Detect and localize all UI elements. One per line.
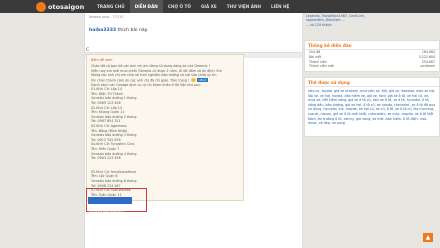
scroll-to-top-button[interactable]: ▲ <box>423 233 433 242</box>
arrow-up-icon: ▲ <box>425 234 431 241</box>
selected-text[interactable]: Genesis bảo dưỡng 5 tháng <box>88 197 132 232</box>
stat-row: Thành viên mới ocvibanh <box>309 64 435 69</box>
nav-gallery[interactable]: THƯ VIỆN ẢNH <box>222 0 266 13</box>
post-initial: C <box>86 48 90 53</box>
mod-tag: Mod <box>197 77 208 83</box>
logo-icon <box>36 2 46 12</box>
main-nav: TRANG CHỦ DIỄN ĐÀN CHỢ Ô TÔ GIÁ XE THƯ V… <box>92 0 294 13</box>
tag-cloud[interactable]: otto oc, toyota, giá xe otobam, mua bán … <box>305 87 439 128</box>
forum-stats-title: Thống kê diễn đàn <box>305 41 439 50</box>
online-users: Legenda, TrongNhan1987, CanhLinh, rapper… <box>304 14 440 27</box>
nav-home[interactable]: TRANG CHỦ <box>92 0 130 13</box>
logo-text: otosaigon <box>48 3 85 11</box>
sidebar: Legenda, TrongNhan1987, CanhLinh, rapper… <box>304 13 440 248</box>
thanks-line: haiba3333 thích bài này. <box>89 28 148 33</box>
online-users-line: ... và 129 khách <box>306 22 332 27</box>
top-navbar: otosaigon TRANG CHỦ DIỄN ĐÀN CHỢ Ô TÔ GI… <box>0 0 440 13</box>
forum-stats-widget: Thống kê diễn đàn Chủ đề 164.964 Bài viế… <box>304 40 440 72</box>
site-logo[interactable]: otosaigon <box>36 2 84 12</box>
quote-block: Bấm để xem Chào tất cả bạn bè các anh ch… <box>86 54 244 202</box>
tags-title: Thẻ được sử dụng <box>305 78 439 87</box>
tags-widget: Thẻ được sử dụng otto oc, toyota, giá xe… <box>304 77 440 137</box>
quote-header[interactable]: Bấm để xem <box>91 58 239 62</box>
thanks-text: thích bài này. <box>117 28 149 33</box>
nav-car-market[interactable]: CHỢ Ô TÔ <box>163 0 196 13</box>
nav-forum[interactable]: DIỄN ĐÀN <box>129 0 163 13</box>
smiley-icon <box>191 78 197 83</box>
nav-contact[interactable]: LIÊN HỆ <box>266 0 294 13</box>
thanks-username[interactable]: haiba3333 <box>89 28 116 33</box>
nav-car-price[interactable]: GIÁ XE <box>196 0 222 13</box>
post-date: Newest post - 7/7/15 <box>89 15 124 19</box>
